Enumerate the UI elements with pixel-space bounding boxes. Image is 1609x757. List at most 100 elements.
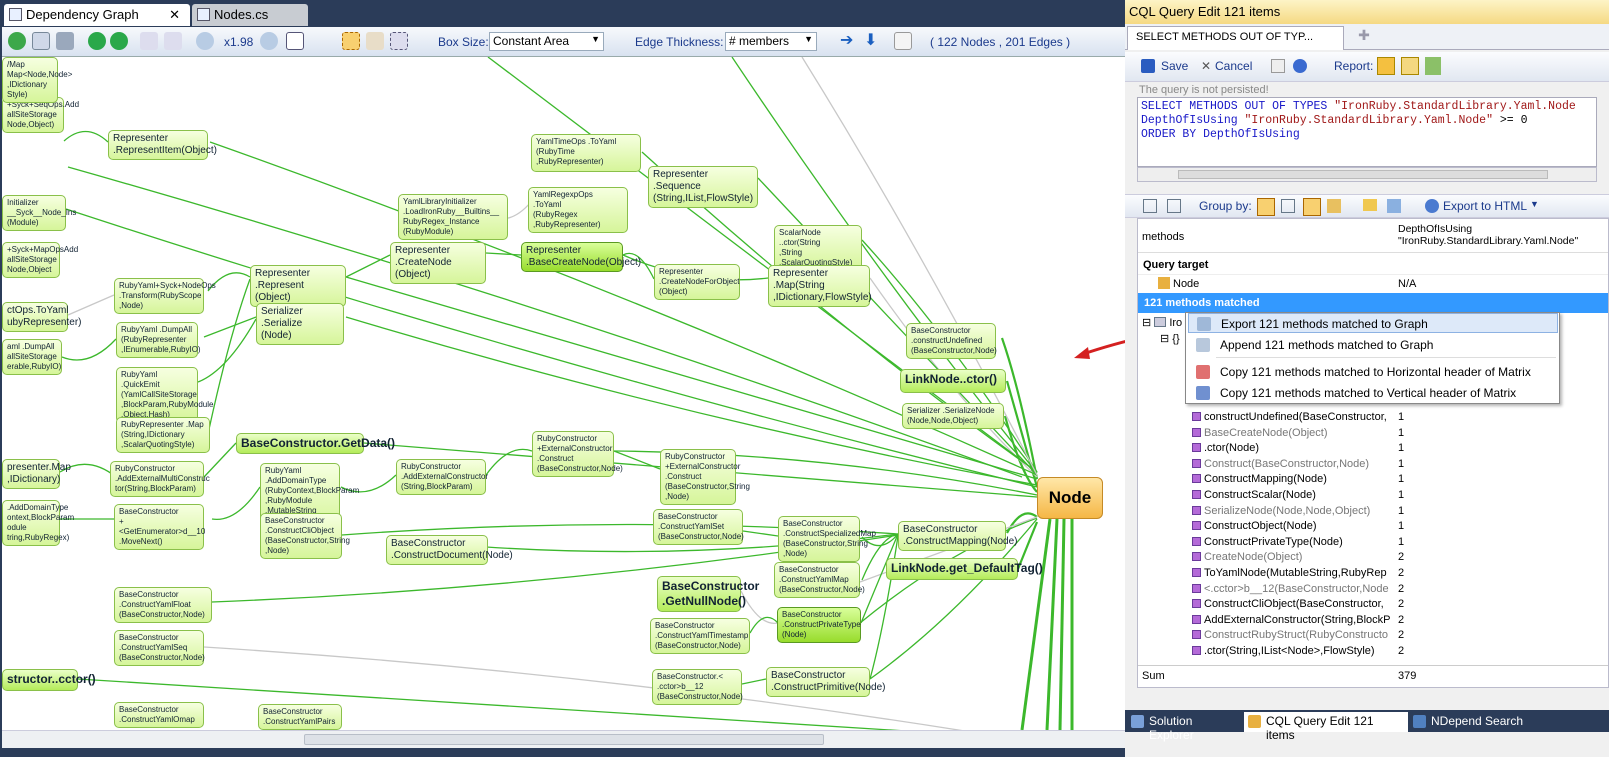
method-row[interactable]: CreateNode(Object) 2 xyxy=(1138,549,1608,565)
graph-node[interactable]: Representer .CreateNode (Object) xyxy=(390,242,486,284)
graph-node[interactable]: presenter.Map ,IDictionary) xyxy=(2,459,71,489)
method-row[interactable]: ToYamlNode(MutableString,RubyRep 2 xyxy=(1138,565,1608,581)
tab-dependency-graph[interactable]: Dependency Graph ✕ xyxy=(4,4,190,26)
tab-query[interactable]: SELECT METHODS OUT OF TYP... xyxy=(1127,26,1344,50)
box-size-select[interactable]: Constant Area ▼ xyxy=(489,32,604,51)
zoom-out-icon[interactable] xyxy=(260,32,278,50)
graph-node[interactable]: BaseConstructor .ConstructYamlMap (BaseC… xyxy=(774,562,865,598)
pan-hand-icon[interactable] xyxy=(366,32,384,50)
graph-node[interactable]: /Map Map<Node,Node> ,IDictionary Style) xyxy=(2,57,72,103)
close-icon[interactable]: ✕ xyxy=(169,7,180,23)
report-chart-icon[interactable] xyxy=(1377,57,1395,75)
group-tree-icon[interactable] xyxy=(1281,199,1295,213)
graph-node[interactable]: BaseConstructor .ConstructYamlPairs xyxy=(258,704,342,730)
graph-node[interactable]: Representer .BaseCreateNode(Object) xyxy=(521,242,641,272)
save-icon[interactable] xyxy=(1141,59,1155,73)
arrow-down-icon[interactable]: ⬇ xyxy=(864,32,882,50)
method-row[interactable]: SerializeNode(Node,Node,Object) 1 xyxy=(1138,503,1608,519)
graph-node[interactable]: BaseConstructor .ConstructYamlFloat (Bas… xyxy=(114,587,212,623)
dependency-graph-canvas[interactable]: Representer .RepresentItem(Object) YamlTi… xyxy=(2,57,1132,730)
back-icon[interactable] xyxy=(88,32,106,50)
add-tab-icon[interactable]: ✚ xyxy=(1353,27,1375,47)
edge-thickness-select[interactable]: # members ▼ xyxy=(725,32,817,51)
graph-node[interactable]: YamlLibraryInitializer .LoadIronRuby__Bu… xyxy=(398,194,508,240)
graph-node[interactable]: ctOps.ToYaml ubyRepresenter) xyxy=(2,302,81,332)
export-html-button[interactable]: Export to HTML xyxy=(1443,199,1527,213)
graph-node[interactable]: BaseConstructor .ConstructPrivateType (N… xyxy=(777,607,861,643)
method-row[interactable]: ConstructScalar(Node) 1 xyxy=(1138,487,1608,503)
cancel-button[interactable]: Cancel xyxy=(1215,59,1252,73)
folder-icon[interactable] xyxy=(1363,199,1377,211)
undo-icon[interactable] xyxy=(140,32,158,50)
graph-node[interactable]: BaseConstructor +<GetEnumerator>d__10 .M… xyxy=(114,504,205,550)
scroll-thumb[interactable] xyxy=(304,734,824,745)
graph-node[interactable]: RubyYaml+Syck+NodeOps .Transform(RubySco… xyxy=(114,278,216,314)
report-table-icon[interactable] xyxy=(1425,57,1441,75)
graph-node[interactable]: BaseConstructor.GetData() xyxy=(236,433,395,454)
method-row[interactable]: AddExternalConstructor(String,BlockP 2 xyxy=(1138,612,1608,628)
graph-node[interactable]: .AddDomainType ontext,BlockParam odule t… xyxy=(2,500,74,546)
expand-all-icon[interactable] xyxy=(1143,199,1157,213)
graph-node[interactable]: LinkNode..ctor() xyxy=(900,369,1006,393)
method-row[interactable]: ConstructObject(Node) 1 xyxy=(1138,518,1608,534)
graph-node[interactable]: Serializer .SerializeNode (Node,Node,Obj… xyxy=(902,403,1004,429)
graph-node[interactable]: Representer .RepresentItem(Object) xyxy=(108,130,217,160)
graph-node[interactable]: RubyYaml .QuickEmit (YamlCallSiteStorage… xyxy=(116,367,213,423)
group-namespace-icon[interactable] xyxy=(1303,198,1321,216)
graph-node[interactable]: BaseConstructor .ConstructYamlOmap xyxy=(114,702,204,728)
graph-node[interactable]: BaseConstructor .ConstructCliObject (Bas… xyxy=(260,513,350,559)
arrow-right-icon[interactable]: ➔ xyxy=(840,32,858,50)
graph-node[interactable]: YamlRegexpOps .ToYaml (RubyRegex ,RubyRe… xyxy=(528,187,628,233)
layout-icon[interactable] xyxy=(32,32,50,50)
method-row[interactable]: ConstructPrivateType(Node) 1 xyxy=(1138,534,1608,550)
method-row[interactable]: ConstructMapping(Node) 1 xyxy=(1138,471,1608,487)
edit-icon[interactable] xyxy=(1271,59,1285,73)
graph-node[interactable]: Representer .Represent (Object) xyxy=(250,265,346,307)
graph-node[interactable]: BaseConstructor .ConstructYamlTimestamp … xyxy=(650,618,750,654)
graph-node[interactable]: YamlTimeOps .ToYaml (RubyTime ,RubyRepre… xyxy=(531,134,641,172)
graph-node[interactable]: BaseConstructor .ConstructPrimitive(Node… xyxy=(766,667,885,697)
report-chart-icon[interactable] xyxy=(1401,57,1419,75)
method-row[interactable]: .ctor(String,IList<Node>,FlowStyle) 2 xyxy=(1138,643,1608,659)
method-row[interactable]: <.cctor>b__12(BaseConstructor,Node 2 xyxy=(1138,581,1608,597)
graph-node[interactable]: aml .DumpAll allSiteStorage erable,RubyI… xyxy=(2,339,62,375)
graph-node[interactable]: BaseConstructor .ConstructSpecializedMap… xyxy=(778,516,876,562)
graph-node[interactable]: RubyConstructor .AddExternalConstructor … xyxy=(396,459,488,495)
query-scrollbar[interactable] xyxy=(1137,167,1597,182)
forward-icon[interactable] xyxy=(110,32,128,50)
matched-row[interactable]: 121 methods matched xyxy=(1138,293,1608,313)
horizontal-scrollbar[interactable] xyxy=(2,730,1132,748)
graph-node[interactable]: RubyConstructor +ExternalConstructor .Co… xyxy=(532,431,623,477)
graph-node[interactable]: Representer .CreateNodeForObject (Object… xyxy=(654,264,740,300)
group-assembly-icon[interactable] xyxy=(1257,198,1275,216)
graph-node[interactable]: Representer .Map(String ,IDictionary,Flo… xyxy=(768,265,872,307)
graph-node[interactable]: Serializer .Serialize (Node) xyxy=(256,303,344,345)
zoom-in-icon[interactable] xyxy=(196,32,214,50)
method-row[interactable]: constructUndefined(BaseConstructor, 1 xyxy=(1138,409,1608,425)
method-row[interactable]: BaseCreateNode(Object) 1 xyxy=(1138,425,1608,441)
graph-node[interactable]: LinkNode.get_DefaultTag() xyxy=(886,558,1043,580)
tab-nodes-cs[interactable]: Nodes.cs xyxy=(192,4,308,26)
column-header-depth[interactable]: DepthOfIsUsing "IronRuby.StandardLibrary… xyxy=(1398,223,1608,257)
select-all-icon[interactable] xyxy=(390,32,408,50)
tab-ndepend-search[interactable]: NDepend Search xyxy=(1409,712,1539,732)
graph-node[interactable]: BaseConstructor.< .cctor>b__12 (BaseCons… xyxy=(652,669,743,705)
fit-page-icon[interactable] xyxy=(286,32,304,50)
target-node-row[interactable]: Node N/A xyxy=(1138,275,1608,293)
menu-item-append-graph[interactable]: Append 121 methods matched to Graph xyxy=(1188,335,1558,355)
graph-node[interactable]: Representer .Sequence (String,IList,Flow… xyxy=(648,166,758,208)
graph-node[interactable]: BaseConstructor .constructUndefined (Bas… xyxy=(906,323,997,359)
method-row[interactable]: Construct(BaseConstructor,Node) 1 xyxy=(1138,456,1608,472)
camera-icon[interactable] xyxy=(56,32,74,50)
method-row[interactable]: .ctor(Node) 1 xyxy=(1138,440,1608,456)
graph-node[interactable]: +Syck+MapOpsAdd allSiteStorage Node,Obje… xyxy=(2,242,78,278)
graph-node[interactable]: Initializer __Syck__Node_Ins (Module) xyxy=(2,195,76,231)
chevron-down-icon[interactable]: ▼ xyxy=(1530,199,1539,209)
graph-node[interactable]: RubyConstructor +ExternalConstructor .Co… xyxy=(660,449,750,505)
cancel-icon[interactable]: ✕ xyxy=(1201,59,1211,73)
menu-item-export-graph[interactable]: Export 121 methods matched to Graph xyxy=(1188,313,1558,333)
copy-icon[interactable] xyxy=(1387,199,1401,213)
save-button[interactable]: Save xyxy=(1161,59,1188,73)
graph-node[interactable]: structor..cctor() xyxy=(2,669,96,691)
graph-node[interactable]: RubyYaml .DumpAll (RubyRepresenter ,IEnu… xyxy=(116,322,201,358)
